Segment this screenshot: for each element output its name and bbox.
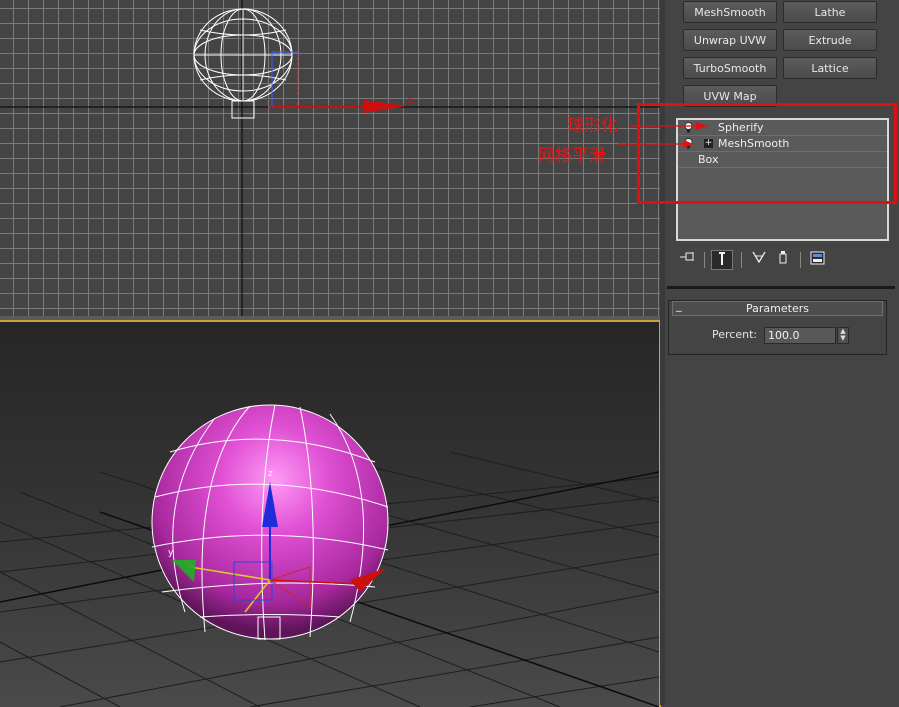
rollout-divider xyxy=(667,286,895,289)
lattice-button[interactable]: Lattice xyxy=(783,57,877,79)
remove-modifier-icon[interactable] xyxy=(772,250,794,270)
extrude-button[interactable]: Extrude xyxy=(783,29,877,51)
toolbar-separator xyxy=(741,252,742,268)
percent-field[interactable] xyxy=(764,327,836,344)
percent-label: Percent: xyxy=(712,328,758,341)
turbosmooth-button[interactable]: TurboSmooth xyxy=(683,57,777,79)
perspective-viewport[interactable]: z y xyxy=(0,320,661,707)
parameters-rollout-header[interactable]: _ Parameters xyxy=(672,299,883,316)
annotation-highlight-box xyxy=(637,103,897,204)
meshsmooth-annotation: 网格平滑 xyxy=(538,146,606,166)
percent-spinner[interactable]: ▲ ▼ xyxy=(837,327,849,344)
toolbar-separator xyxy=(704,252,705,268)
unwrap-uvw-button[interactable]: Unwrap UVW xyxy=(683,29,777,51)
perspective-viewport-canvas: z y xyxy=(0,404,659,707)
show-end-result-icon[interactable] xyxy=(711,250,733,270)
meshsmooth-button[interactable]: MeshSmooth xyxy=(683,1,777,23)
spherify-annotation: 球形化 xyxy=(567,116,618,136)
toolbar-separator xyxy=(800,252,801,268)
gizmo-x-label: x xyxy=(408,96,414,106)
make-unique-icon[interactable] xyxy=(748,250,770,270)
collapse-icon[interactable]: _ xyxy=(676,299,682,312)
svg-text:z: z xyxy=(268,469,273,479)
lathe-button[interactable]: Lathe xyxy=(783,1,877,23)
svg-text:y: y xyxy=(168,548,174,558)
configure-modifier-sets-icon[interactable] xyxy=(807,250,829,270)
pin-stack-icon[interactable] xyxy=(677,250,699,270)
parameters-title: Parameters xyxy=(746,302,809,315)
spinner-down-icon[interactable]: ▼ xyxy=(838,335,848,342)
sphere-wireframe-top xyxy=(193,8,293,119)
